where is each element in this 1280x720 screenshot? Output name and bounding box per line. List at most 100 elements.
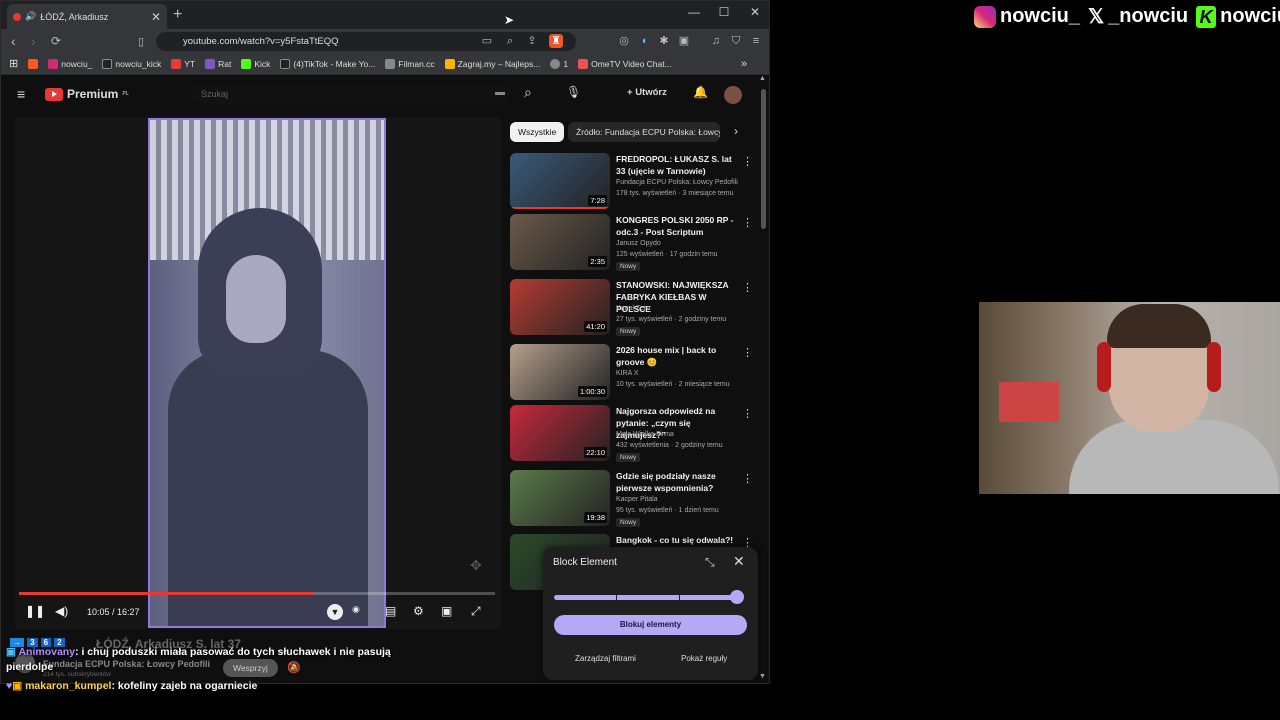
fullscreen-icon[interactable]: ⤢ xyxy=(471,604,481,619)
browser-tab[interactable]: 🔊 ŁÓDŹ, Arkadiusz ✕ xyxy=(7,4,167,29)
video-channel[interactable]: Janusz Opydo xyxy=(616,240,661,247)
video-item[interactable]: 19:38 Gdzie się podziały nasze pierwsze w… xyxy=(510,470,753,530)
cast-icon[interactable]: ▭ xyxy=(480,34,494,48)
autoplay-toggle[interactable]: ◉ xyxy=(352,604,360,615)
more-options-icon[interactable]: ⋮ xyxy=(742,407,753,420)
video-thumbnail[interactable]: 2:35 xyxy=(510,214,610,270)
video-thumbnail[interactable]: 19:38 xyxy=(510,470,610,526)
video-player[interactable]: ✥ ❚❚ ◀) 10:05 / 16:27 ▼ ◉ ▤ ⚙ ▣ ⤢ xyxy=(15,117,501,629)
avatar[interactable] xyxy=(724,86,742,104)
back-icon[interactable]: ‹ xyxy=(11,33,16,49)
video-item[interactable]: 2:35 KONGRES POLSKI 2050 RP - odc.3 - Pos… xyxy=(510,214,753,274)
maximize-button[interactable]: ☐ xyxy=(714,5,734,19)
block-elements-button[interactable]: Blokuj elementy xyxy=(554,615,747,635)
close-panel-icon[interactable]: ✕ xyxy=(733,553,745,570)
more-bookmarks-icon[interactable]: » xyxy=(741,58,747,70)
more-options-icon[interactable]: ⋮ xyxy=(742,155,753,168)
video-title[interactable]: Bangkok - co tu się odwala?! xyxy=(616,534,736,546)
more-options-icon[interactable]: ⋮ xyxy=(742,281,753,294)
more-options-icon[interactable]: ⋮ xyxy=(742,346,753,359)
video-channel[interactable]: Mała Wielka Firma xyxy=(616,431,674,438)
bookmark-item[interactable]: OmeTV Video Chat... xyxy=(578,58,672,69)
hamburger-icon[interactable]: ≡ xyxy=(17,86,25,102)
video-thumbnail[interactable]: 1:00:30 xyxy=(510,344,610,400)
create-button[interactable]: + Utwórz xyxy=(627,87,667,98)
search-icon[interactable]: ⌕ xyxy=(524,84,532,101)
bell-icon[interactable]: 🔔 xyxy=(693,85,708,99)
pause-icon[interactable]: ❚❚ xyxy=(25,604,45,618)
puzzle-icon[interactable]: ✱ xyxy=(657,34,671,48)
video-item[interactable]: 22:10 Najgorsza odpowiedź na pytanie: „cz… xyxy=(510,405,753,465)
more-options-icon[interactable]: ⋮ xyxy=(742,472,753,485)
bookmark-icon[interactable]: ▯ xyxy=(138,35,144,48)
more-options-icon[interactable]: ⋮ xyxy=(742,216,753,229)
new-tab-button[interactable]: + xyxy=(173,6,182,24)
menu-icon[interactable]: ≡ xyxy=(749,34,763,48)
video-thumbnail[interactable]: 22:10 xyxy=(510,405,610,461)
video-title[interactable]: KONGRES POLSKI 2050 RP - odc.3 - Post Sc… xyxy=(616,214,736,238)
video-channel[interactable]: Kanał Zero xyxy=(616,305,650,312)
minimize-panel-icon[interactable]: ⤡ xyxy=(705,555,715,570)
minimize-button[interactable]: — xyxy=(684,5,704,19)
chip-source[interactable]: Źródło: Fundacja ECPU Polska: Łowcy Pedo… xyxy=(568,122,720,142)
video-item[interactable]: 1:00:30 2026 house mix | back to groove 😊… xyxy=(510,344,753,404)
bookmark-item[interactable]: nowciu_ xyxy=(48,58,92,69)
video-channel[interactable]: KIRA X xyxy=(616,370,639,377)
audio-extension-icon[interactable]: ◖ xyxy=(637,34,651,48)
audio-icon[interactable]: 🔊 xyxy=(25,11,36,22)
chip-all[interactable]: Wszystkie xyxy=(510,122,565,142)
bookmark-item[interactable]: 1 xyxy=(550,58,568,69)
forward-icon[interactable]: › xyxy=(31,33,36,49)
bookmark-item[interactable]: nowciu_kick xyxy=(102,58,161,69)
tab-close-icon[interactable]: ✕ xyxy=(151,10,161,24)
create-label: Utwórz xyxy=(635,87,667,98)
depth-slider[interactable] xyxy=(554,595,737,600)
scrollbar[interactable] xyxy=(761,89,766,229)
bookmark-item[interactable]: Rat xyxy=(205,58,231,69)
manage-filters-button[interactable]: Zarządzaj filtrami xyxy=(575,654,636,663)
bookmark-item[interactable]: (4)TikTok - Make Yo... xyxy=(280,58,375,69)
scroll-up-icon[interactable]: ▲ xyxy=(759,75,766,82)
sidebar-icon[interactable]: ▣ xyxy=(677,34,691,48)
reload-icon[interactable]: ⟳ xyxy=(51,34,61,48)
channel-name[interactable]: Fundacja ECPU Polska: Łowcy Pedofili xyxy=(43,659,210,669)
volume-icon[interactable]: ◀) xyxy=(55,604,68,618)
video-title[interactable]: 2026 house mix | back to groove 😊 xyxy=(616,344,736,368)
video-item[interactable]: 7:28 FREDROPOL: ŁUKASZ S. lat 33 (ujęcie … xyxy=(510,153,753,213)
video-channel[interactable]: Fundacja ECPU Polska: Łowcy Pedofili xyxy=(616,179,738,186)
youtube-logo[interactable]: Premium PL xyxy=(45,87,129,101)
video-title[interactable]: Gdzie się podziały nasze pierwsze wspomn… xyxy=(616,470,736,494)
zoom-icon[interactable]: ⌕ xyxy=(503,34,517,48)
search-input[interactable]: Szukaj xyxy=(191,84,511,104)
apps-grid-icon[interactable]: ⊞ xyxy=(9,57,18,70)
bookmark-item[interactable]: Kick xyxy=(241,58,270,69)
sponsor-icon[interactable]: ▼ xyxy=(327,604,343,620)
bookmark-item[interactable] xyxy=(28,58,39,69)
bookmark-item[interactable]: Zagraj.my – Najleps... xyxy=(444,58,540,69)
miniplayer-icon[interactable]: ▣ xyxy=(441,604,452,618)
support-button[interactable]: Wesprzyj xyxy=(223,659,278,677)
media-icon[interactable]: ♫ xyxy=(709,34,723,48)
video-title[interactable]: FREDROPOL: ŁUKASZ S. lat 33 (ujęcie w Ta… xyxy=(616,153,736,177)
video-channel[interactable]: Kacper Pitala xyxy=(616,496,658,503)
video-item[interactable]: 41:20 STANOWSKI: NAJWIĘKSZA FABRYKA KIEŁB… xyxy=(510,279,753,339)
extension-icon[interactable]: ◎ xyxy=(617,34,631,48)
brave-shield-icon[interactable]: ♜ xyxy=(549,34,563,48)
microphone-icon[interactable]: 🎙 xyxy=(566,85,581,99)
bookmark-item[interactable]: Filman.cc xyxy=(385,58,435,69)
slider-knob[interactable] xyxy=(730,590,744,604)
chevron-right-icon[interactable]: › xyxy=(734,124,738,138)
show-rules-button[interactable]: Pokaż reguły xyxy=(681,654,727,663)
video-thumbnail[interactable]: 41:20 xyxy=(510,279,610,335)
share-icon[interactable]: ⇪ xyxy=(525,34,539,48)
subtitles-icon[interactable]: ▤ xyxy=(385,604,396,618)
notification-bell-icon[interactable]: 🔕 xyxy=(287,661,301,674)
close-window-button[interactable]: ✕ xyxy=(745,5,765,19)
bookmark-item[interactable]: YT xyxy=(171,58,195,69)
settings-icon[interactable]: ⚙ xyxy=(413,604,424,618)
keyboard-icon[interactable]: ▬ xyxy=(495,87,505,98)
vpn-icon[interactable]: ⛉ xyxy=(729,34,743,48)
video-thumbnail[interactable]: 7:28 xyxy=(510,153,610,209)
scroll-down-icon[interactable]: ▼ xyxy=(759,673,766,680)
progress-bar[interactable] xyxy=(19,592,495,595)
